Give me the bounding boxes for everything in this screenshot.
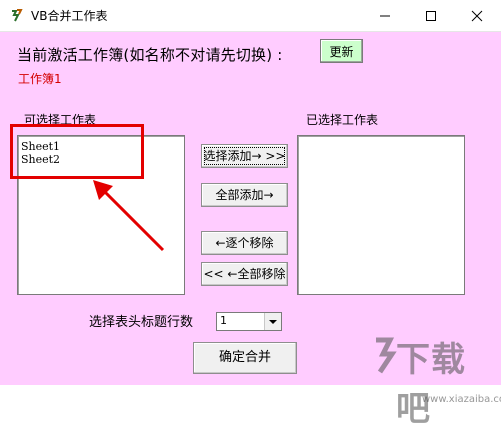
selected-sheets-label: 已选择工作表 <box>306 113 379 127</box>
window-title: VB合并工作表 <box>31 9 108 23</box>
header-rows-value: 1 <box>220 314 227 327</box>
minimize-button[interactable] <box>362 0 408 31</box>
app-icon <box>10 9 23 22</box>
annotation-arrow-icon <box>93 180 165 252</box>
site-watermark: 下载吧 www.xiazaiba.com <box>372 332 501 429</box>
annotation-highlight-box <box>10 124 144 179</box>
watermark-text: 下载吧 <box>396 340 466 429</box>
download-logo-icon <box>376 337 397 374</box>
minimize-icon <box>380 15 390 17</box>
maximize-icon <box>426 11 436 21</box>
remove-one-button[interactable]: ←逐个移除 <box>201 231 288 255</box>
header-rows-select[interactable]: 1 <box>216 312 282 331</box>
refresh-button[interactable]: 更新 <box>320 39 363 63</box>
form-client-area: 当前激活工作簿(如名称不对请先切换) : 更新 工作簿1 可选择工作表 Shee… <box>0 32 501 429</box>
watermark-url: www.xiazaiba.com <box>422 394 501 405</box>
title-bar: VB合并工作表 <box>0 0 501 32</box>
selected-sheets-list[interactable] <box>297 135 465 295</box>
header-rows-label: 选择表头标题行数 <box>89 315 194 330</box>
close-button[interactable] <box>454 0 500 31</box>
close-icon <box>471 10 483 22</box>
add-selected-button[interactable]: 选择添加→ >> <box>201 144 288 168</box>
add-all-button[interactable]: 全部添加→ <box>201 183 288 207</box>
workbook-name: 工作簿1 <box>18 72 62 86</box>
active-workbook-prompt: 当前激活工作簿(如名称不对请先切换) : <box>17 46 283 64</box>
remove-all-button[interactable]: << ←全部移除 <box>201 262 288 286</box>
confirm-merge-button[interactable]: 确定合并 <box>193 342 297 374</box>
maximize-button[interactable] <box>408 0 454 31</box>
chevron-down-icon[interactable] <box>264 313 281 330</box>
